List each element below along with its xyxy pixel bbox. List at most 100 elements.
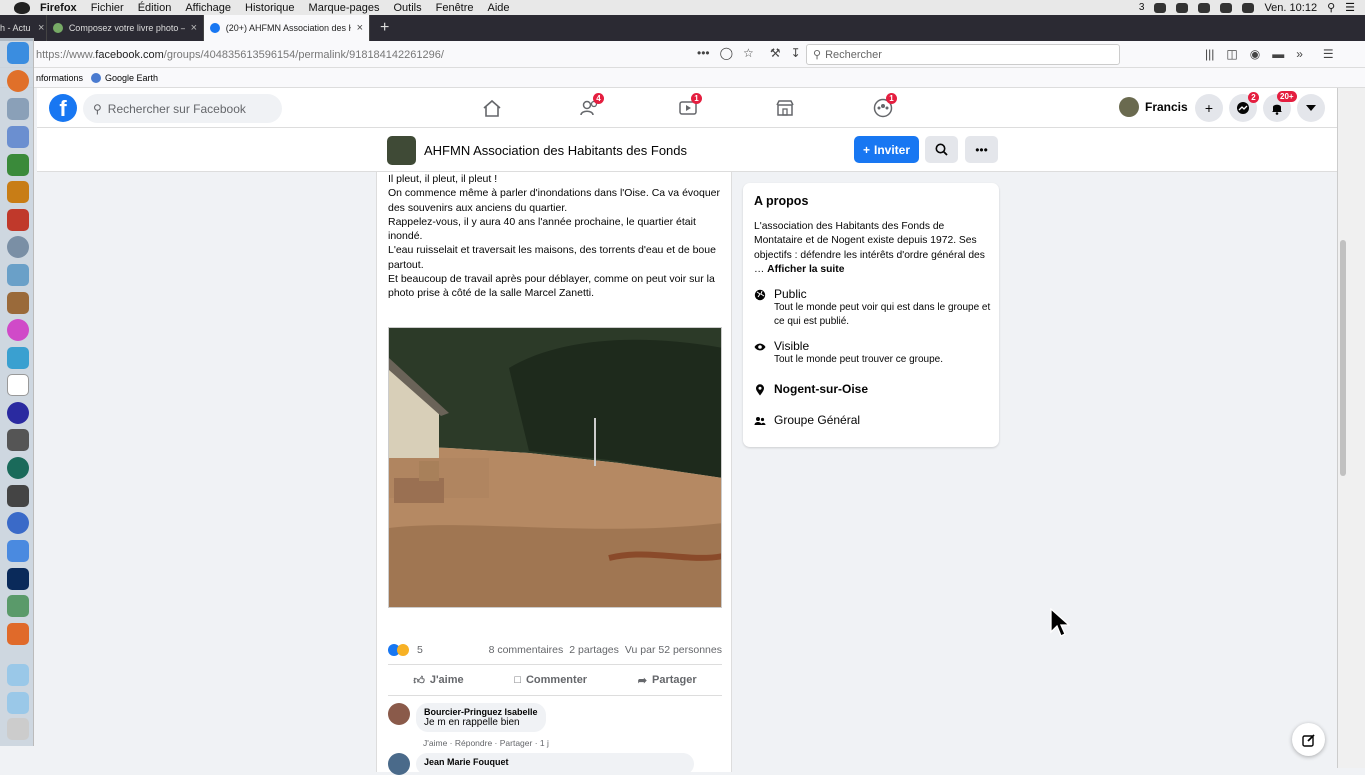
firefox-icon[interactable] bbox=[7, 70, 29, 92]
bookmark-star-icon[interactable]: ☆ bbox=[743, 46, 754, 60]
app-icon[interactable] bbox=[7, 209, 29, 231]
app-icon[interactable] bbox=[7, 512, 29, 534]
menu-marque-pages[interactable]: Marque-pages bbox=[309, 2, 380, 14]
menu-affichage[interactable]: Affichage bbox=[185, 2, 231, 14]
app-icon[interactable] bbox=[7, 292, 29, 314]
avatar[interactable] bbox=[388, 703, 410, 725]
account-menu-chevron-down-icon[interactable] bbox=[1297, 94, 1325, 122]
invite-button[interactable]: + Inviter bbox=[854, 136, 919, 163]
see-more-link[interactable]: Afficher la suite bbox=[767, 264, 844, 275]
launchpad-icon[interactable] bbox=[7, 236, 29, 258]
folder-icon[interactable] bbox=[7, 664, 29, 686]
app-icon[interactable] bbox=[7, 98, 29, 120]
clock[interactable]: Ven. 10:12 bbox=[1264, 2, 1317, 14]
location-text[interactable]: Nogent-sur-Oise bbox=[774, 382, 868, 396]
new-message-compose-icon[interactable] bbox=[1292, 723, 1325, 756]
tab-ahfmn[interactable]: (20+) AHFMN Association des H × bbox=[204, 15, 370, 41]
app-icon[interactable] bbox=[7, 595, 29, 617]
tab-livre-photo[interactable]: Composez votre livre photo – Ph × bbox=[47, 15, 204, 41]
app-icon[interactable] bbox=[7, 540, 29, 562]
extension-icon[interactable]: ▬ bbox=[1272, 47, 1284, 61]
close-tab-icon[interactable]: × bbox=[38, 22, 44, 34]
more-options-icon[interactable]: ••• bbox=[965, 136, 998, 163]
avatar[interactable] bbox=[388, 753, 410, 775]
menu-edition[interactable]: Édition bbox=[138, 2, 172, 14]
menu-icon[interactable]: ☰ bbox=[1323, 47, 1334, 61]
sidebar-icon[interactable]: ◫ bbox=[1226, 47, 1237, 61]
menu-historique[interactable]: Historique bbox=[245, 2, 295, 14]
marketplace-icon[interactable] bbox=[770, 94, 800, 122]
menu-outils[interactable]: Outils bbox=[393, 2, 421, 14]
volume-icon[interactable] bbox=[1242, 2, 1255, 13]
group-thumbnail[interactable] bbox=[387, 136, 416, 165]
home-icon[interactable] bbox=[477, 94, 507, 122]
friends-icon[interactable]: 4 bbox=[575, 93, 605, 122]
profile-button[interactable]: Francis bbox=[1119, 97, 1188, 117]
create-button[interactable]: + bbox=[1195, 94, 1223, 122]
notification-center-icon[interactable]: ☰ bbox=[1345, 1, 1355, 14]
status-icon[interactable] bbox=[1154, 2, 1167, 13]
url-bar[interactable]: https://www. facebook.com/groups/40483561… bbox=[36, 45, 756, 64]
spotlight-icon[interactable]: ⚲ bbox=[1327, 1, 1335, 14]
time-machine-icon[interactable] bbox=[7, 457, 29, 479]
music-icon[interactable] bbox=[7, 319, 29, 341]
views-count[interactable]: Vu par 52 personnes bbox=[625, 644, 722, 656]
audio-app-icon[interactable] bbox=[7, 402, 29, 424]
messenger-icon[interactable]: 2 bbox=[1229, 92, 1259, 122]
page-actions-icon[interactable]: ••• bbox=[697, 46, 710, 60]
shares-count[interactable]: 2 partages bbox=[569, 644, 619, 656]
calendar-icon[interactable] bbox=[7, 374, 29, 396]
close-tab-icon[interactable]: × bbox=[357, 22, 363, 34]
scrollbar-thumb[interactable] bbox=[1340, 240, 1346, 476]
watch-icon[interactable]: 1 bbox=[673, 93, 703, 122]
wow-reaction-icon[interactable] bbox=[397, 644, 409, 656]
group-name[interactable]: AHFMN Association des Habitants des Fond… bbox=[424, 143, 687, 158]
apple-icon[interactable] bbox=[14, 1, 30, 14]
browser-search-input[interactable]: ⚲ Rechercher bbox=[806, 44, 1120, 65]
menu-aide[interactable]: Aide bbox=[488, 2, 510, 14]
comments-count[interactable]: 8 commentaires bbox=[489, 644, 564, 656]
pocket-icon[interactable]: ◯ bbox=[720, 46, 733, 60]
wifi-icon[interactable] bbox=[1220, 2, 1233, 13]
status-icon[interactable] bbox=[1198, 2, 1211, 13]
like-button[interactable]: 👍︎ J'aime bbox=[413, 674, 463, 687]
account-icon[interactable]: ◉ bbox=[1250, 47, 1260, 61]
finder-icon[interactable] bbox=[7, 42, 29, 64]
folder-icon[interactable] bbox=[7, 692, 29, 714]
comment-actions[interactable]: J'aime · Répondre · Partager · 1 j bbox=[423, 738, 549, 748]
photoshop-icon[interactable] bbox=[7, 568, 29, 590]
post-photo[interactable] bbox=[388, 327, 722, 608]
facebook-search-input[interactable]: ⚲ Rechercher sur Facebook bbox=[83, 94, 282, 123]
app-icon[interactable] bbox=[7, 623, 29, 645]
app-icon[interactable] bbox=[7, 126, 29, 148]
app-icon[interactable] bbox=[7, 347, 29, 369]
overflow-icon[interactable]: » bbox=[1296, 47, 1303, 61]
facebook-logo-icon[interactable]: f bbox=[49, 94, 77, 122]
tools-icon[interactable]: ⚒ bbox=[770, 46, 781, 60]
share-label: Partager bbox=[651, 674, 697, 686]
app-icon[interactable] bbox=[7, 485, 29, 507]
bridge-icon[interactable] bbox=[7, 181, 29, 203]
menu-fenetre[interactable]: Fenêtre bbox=[436, 2, 474, 14]
bookmark-informations[interactable]: nformations bbox=[36, 73, 83, 83]
bookmark-google-earth[interactable]: Google Earth bbox=[91, 72, 158, 83]
comment-author[interactable]: Bourcier-Pringuez Isabelle bbox=[424, 707, 538, 717]
app-icon[interactable] bbox=[7, 429, 29, 451]
close-tab-icon[interactable]: × bbox=[191, 22, 197, 34]
share-button[interactable]: ➦ Partager bbox=[638, 674, 697, 687]
groups-icon[interactable]: 1 bbox=[868, 93, 898, 122]
status-icon[interactable] bbox=[1176, 2, 1189, 13]
app-icon[interactable] bbox=[7, 154, 29, 176]
new-tab-button[interactable]: + bbox=[370, 15, 399, 41]
group-search-icon[interactable] bbox=[925, 136, 958, 163]
trash-icon[interactable] bbox=[7, 718, 29, 740]
comment-author[interactable]: Jean Marie Fouquet bbox=[424, 757, 686, 767]
menu-fichier[interactable]: Fichier bbox=[91, 2, 124, 14]
download-icon[interactable]: ↧ bbox=[791, 46, 801, 60]
notifications-bell-icon[interactable]: 20+ bbox=[1263, 91, 1297, 122]
reaction-count[interactable]: 5 bbox=[417, 644, 423, 656]
library-icon[interactable]: ||| bbox=[1205, 47, 1214, 61]
app-icon[interactable] bbox=[7, 264, 29, 286]
comment-button[interactable]: □ Commenter bbox=[514, 674, 587, 686]
menu-app[interactable]: Firefox bbox=[40, 2, 77, 14]
